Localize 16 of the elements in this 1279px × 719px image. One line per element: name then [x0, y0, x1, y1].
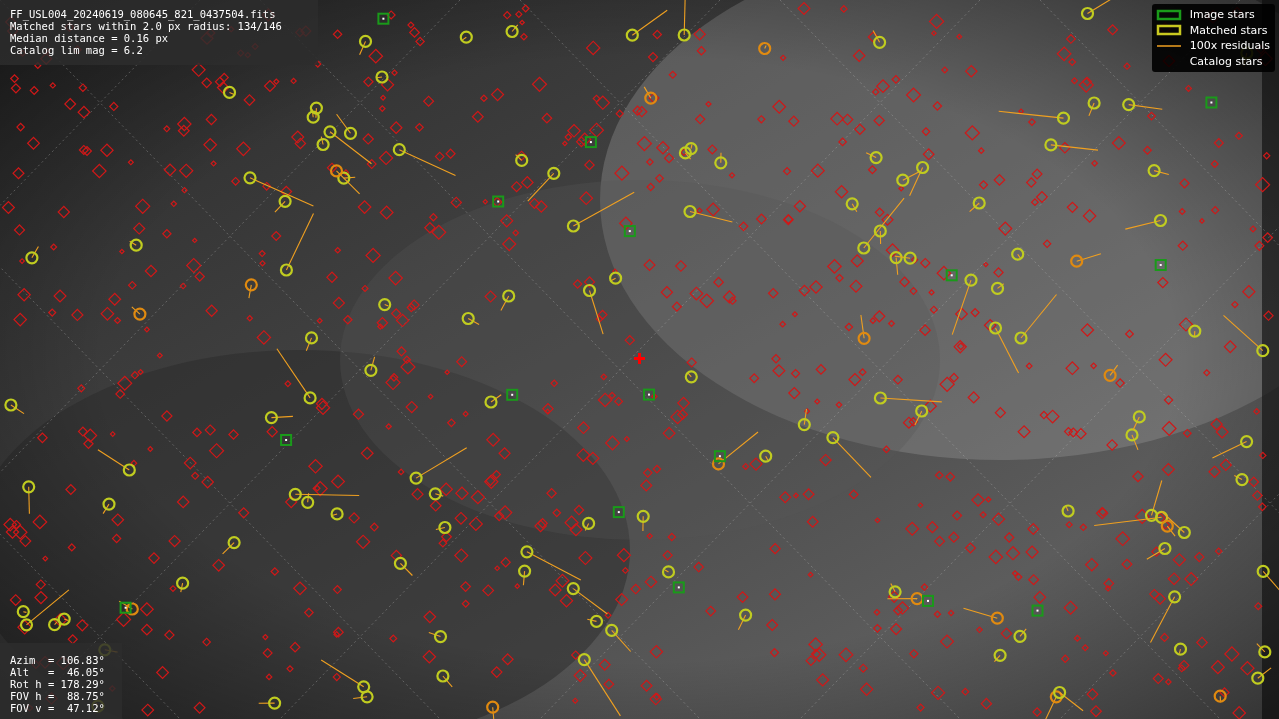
info-text: Median distance = 0.16 px	[10, 32, 170, 44]
info-text: Alt = 46.05°	[10, 666, 106, 678]
legend-label: Matched stars	[1189, 22, 1268, 38]
legend-label: 100x residuals	[1189, 38, 1270, 54]
info-text: Matched stars within 2.0 px radius: 134/146	[10, 20, 283, 32]
info-text: Azim = 106.83°	[10, 654, 106, 666]
info-text: FOV h = 88.75°	[10, 690, 106, 702]
legend-label: Image stars	[1189, 7, 1255, 23]
info-text: FOV v = 47.12°	[10, 702, 106, 714]
crosshair-icon	[634, 353, 645, 364]
info-text: Catalog lim mag = 6.2	[10, 44, 144, 56]
info-text: FF_USL004_20240619_080645_821_0437504.fits	[10, 8, 277, 20]
legend-label: Catalog stars	[1189, 53, 1263, 69]
info-text: Rot h = 178.29°	[10, 678, 106, 690]
rectangle-outline-icon	[1155, 24, 1182, 37]
square-outline-icon	[1155, 8, 1182, 21]
